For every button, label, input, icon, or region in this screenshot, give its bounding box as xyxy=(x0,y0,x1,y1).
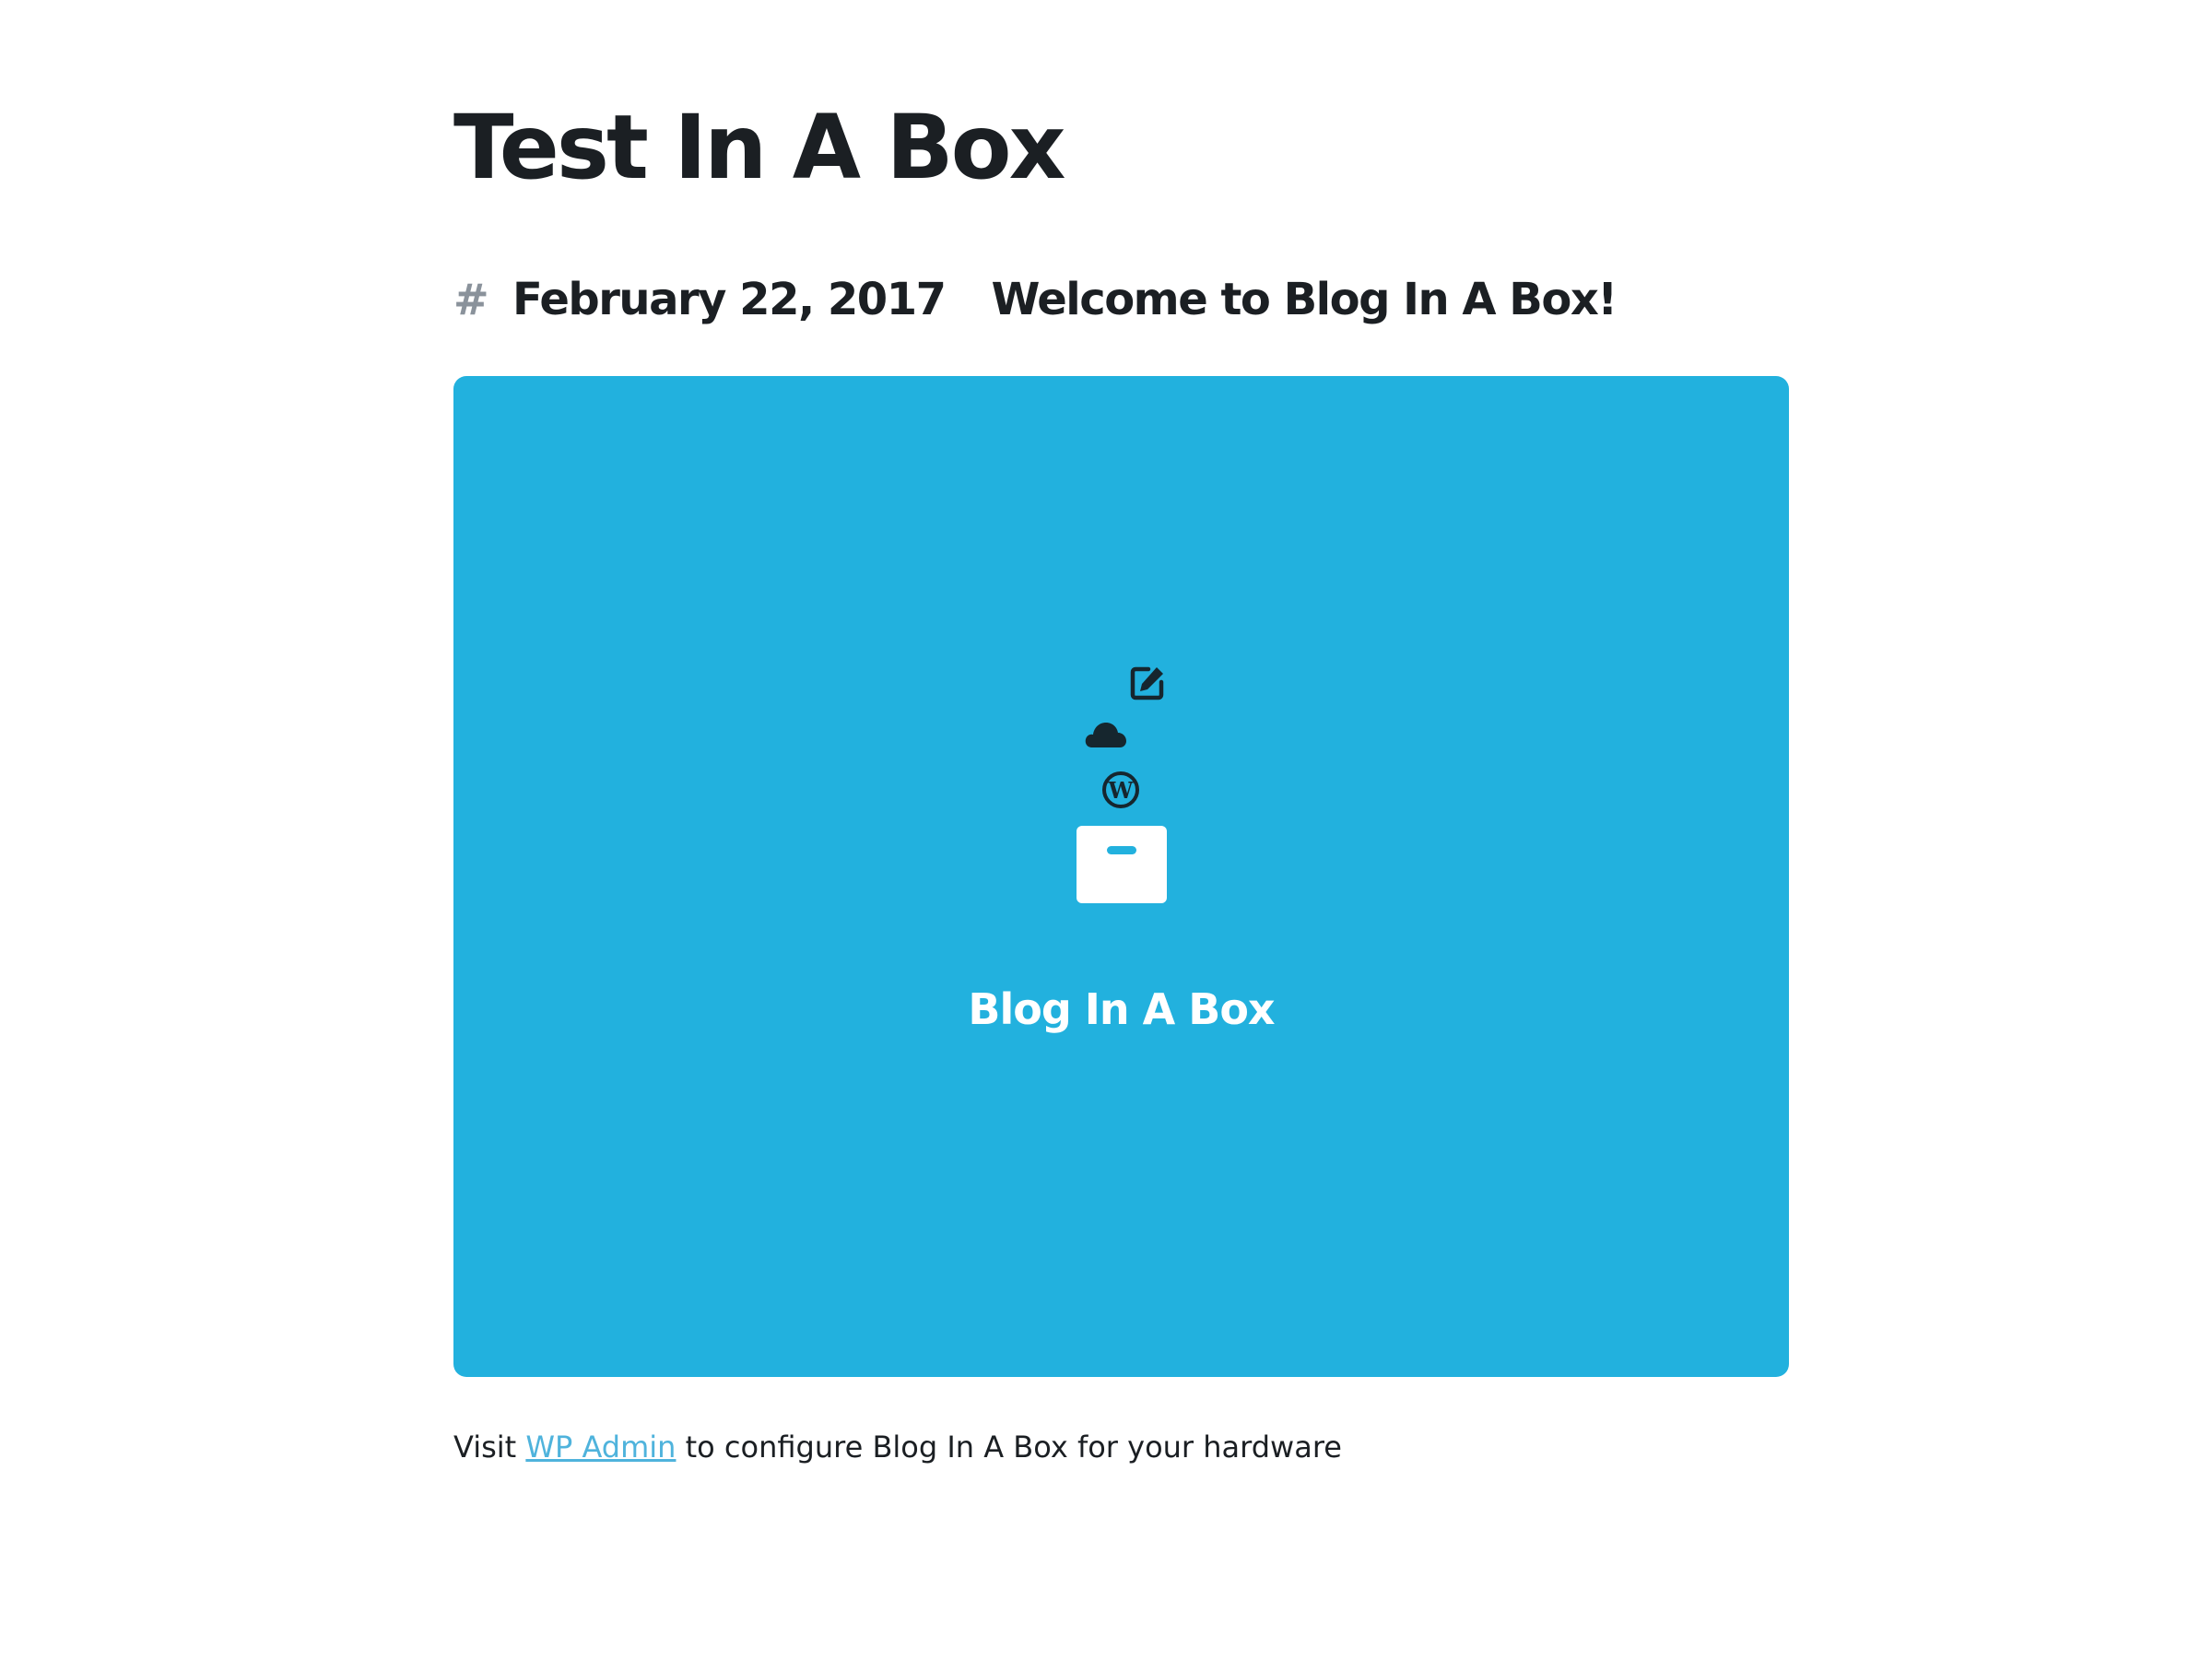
post-date[interactable]: February 22, 2017 xyxy=(512,274,947,325)
wp-admin-link[interactable]: WP Admin xyxy=(525,1430,676,1465)
footer-prefix: Visit xyxy=(453,1430,526,1465)
wordpress-icon: W xyxy=(1102,771,1139,808)
site-title[interactable]: Test In A Box xyxy=(453,90,1066,205)
footer-text: Visit WP Admin to configure Blog In A Bo… xyxy=(453,1427,1342,1467)
hash-icon[interactable]: # xyxy=(453,275,512,324)
post-title[interactable]: Welcome to Blog In A Box! xyxy=(992,274,1618,325)
edit-icon xyxy=(1130,666,1164,700)
box-icon xyxy=(1077,826,1167,903)
post-header: # February 22, 2017 Welcome to Blog In A… xyxy=(453,269,1618,330)
cloud-icon xyxy=(1085,723,1126,747)
hero-image: W Blog In A Box xyxy=(453,376,1789,1377)
hero-title: Blog In A Box xyxy=(968,984,1275,1034)
footer-suffix: to configure Blog In A Box for your hard… xyxy=(676,1430,1342,1465)
svg-text:W: W xyxy=(1108,777,1135,804)
